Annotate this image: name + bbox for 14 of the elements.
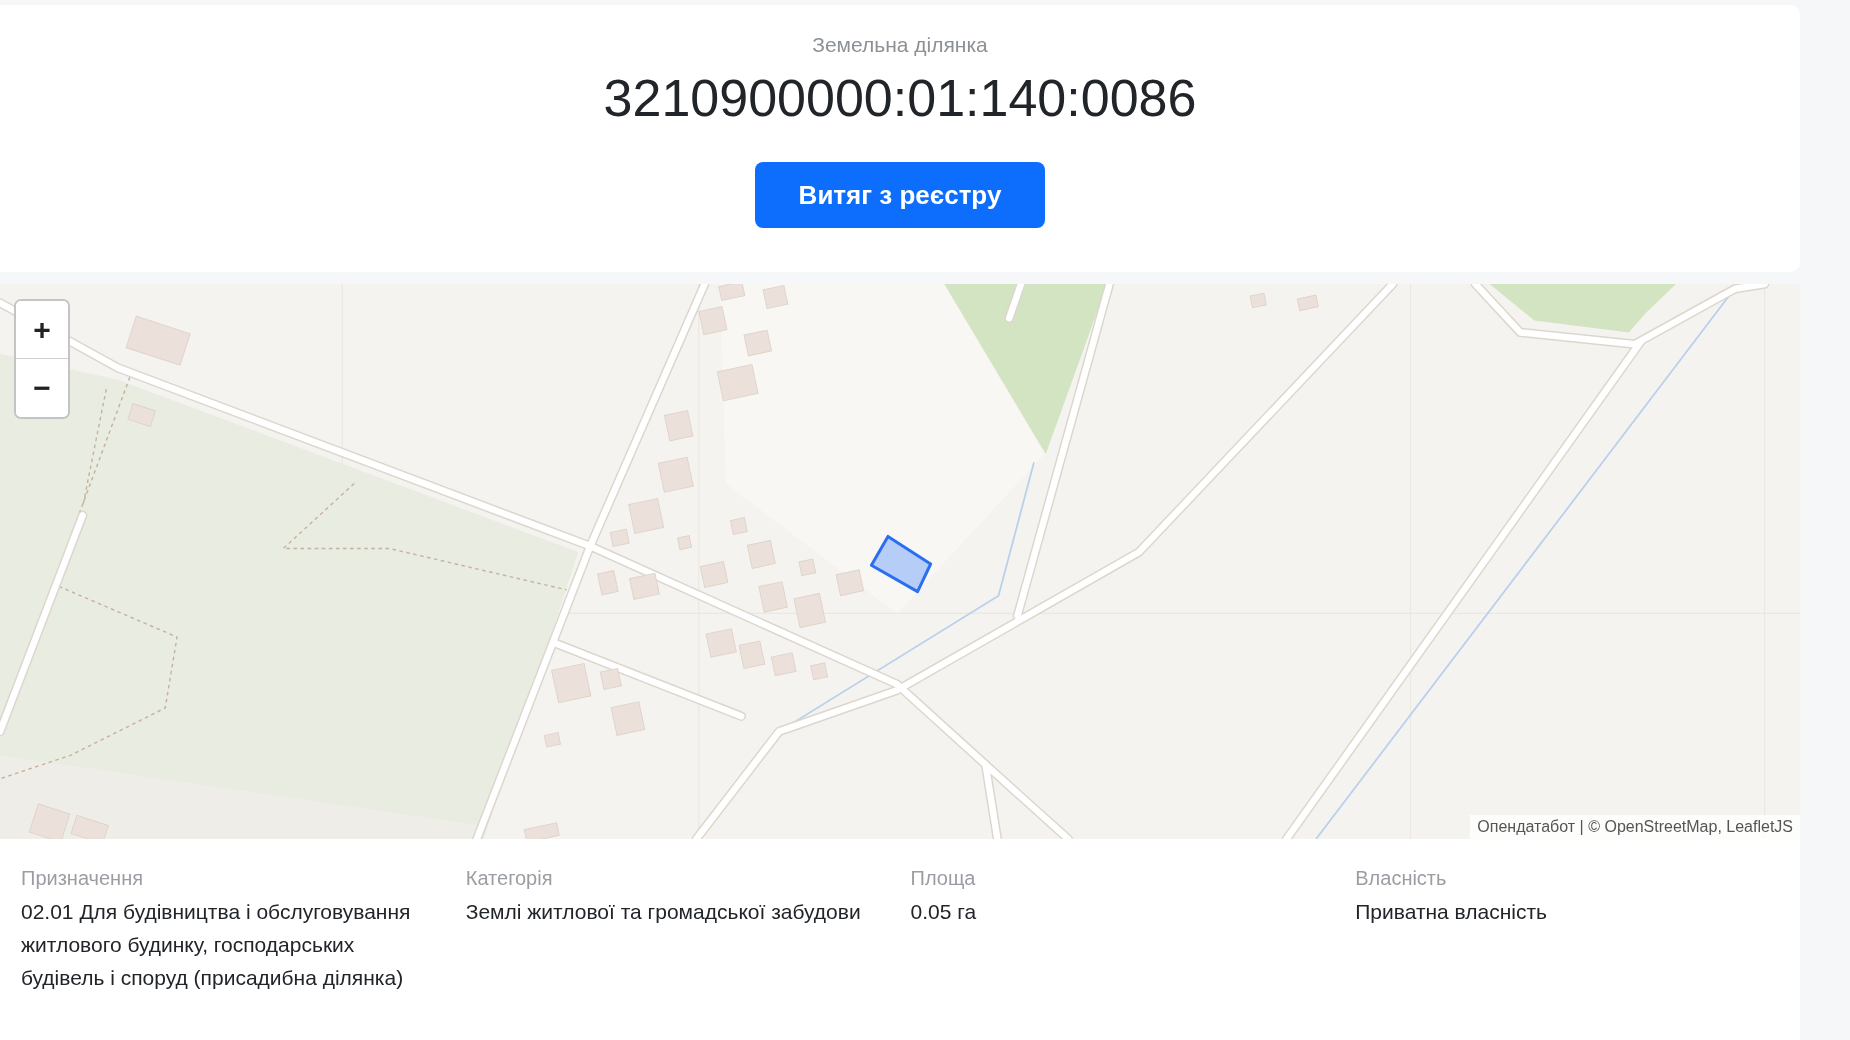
detail-label: Площа	[910, 866, 976, 891]
zoom-in-button[interactable]: +	[16, 301, 68, 359]
detail-value: Землі житлової та громадської забудови	[465, 899, 861, 925]
section-subtitle: Земельна ділянка	[812, 33, 988, 57]
detail-label: Категорія	[465, 866, 553, 891]
parcel-polygon-icon	[869, 534, 933, 594]
detail-label: Власність	[1355, 866, 1447, 891]
detail-label: Призначення	[21, 866, 144, 891]
cadastral-number: 3210900000:01:140:0086	[603, 68, 1197, 128]
registry-extract-button[interactable]: Витяг з реєстру	[755, 162, 1045, 228]
detail-value: 0.05 га	[910, 899, 977, 925]
detail-value: Приватна власність	[1355, 899, 1548, 925]
detail-value: 02.01 Для будівництва і обслуговування житлового будинку, господарських будівель і споруд (присадибна ділянка)	[21, 899, 412, 991]
map-attribution: Опендатабот | © OpenStreetMap, LeafletJS	[1470, 815, 1800, 839]
